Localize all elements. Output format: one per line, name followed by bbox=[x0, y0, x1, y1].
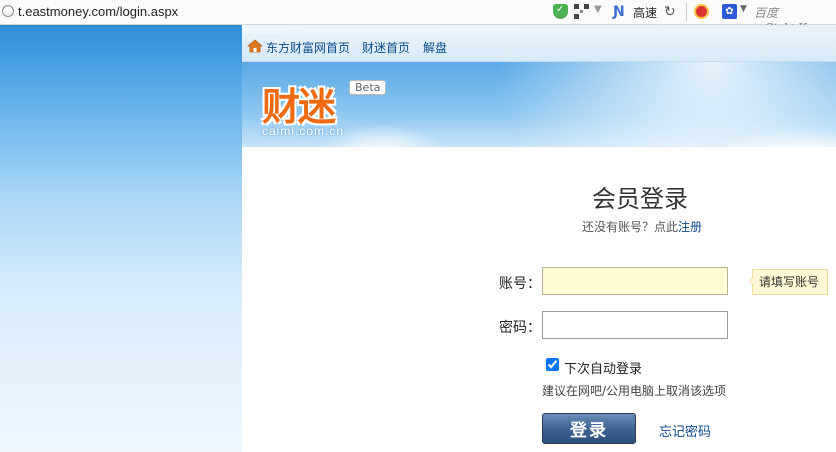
forgot-password-link[interactable]: 忘记密码 bbox=[659, 421, 711, 440]
refresh-icon[interactable]: ↻ bbox=[664, 4, 679, 20]
login-panel: 会员登录 还没有账号？点此注册 账号： 请填写账号 密码： 下次自动登录 建议在… bbox=[242, 147, 836, 452]
register-prompt-text: 还没有账号？点此 bbox=[582, 220, 679, 234]
nav-link-caimi-home[interactable]: 财迷首页 bbox=[362, 39, 410, 56]
search-engine-dropdown-icon[interactable]: ▼ bbox=[740, 4, 755, 19]
register-prompt: 还没有账号？点此注册 bbox=[582, 218, 702, 235]
baidu-paw-icon[interactable]: ✿ bbox=[722, 4, 737, 19]
block-icon[interactable] bbox=[694, 4, 709, 19]
header-spacer bbox=[242, 25, 836, 33]
speed-mode-label[interactable]: 高速 bbox=[633, 4, 657, 21]
nav-link-jiepan[interactable]: 解盘 bbox=[423, 39, 447, 56]
top-nav: 东方财富网首页 财迷首页 解盘 bbox=[242, 33, 836, 62]
auto-login-hint: 建议在网吧/公用电脑上取消该选项 bbox=[542, 384, 727, 398]
toolbar-divider bbox=[686, 3, 687, 21]
qr-code-icon[interactable] bbox=[574, 4, 589, 19]
password-input[interactable] bbox=[542, 311, 728, 339]
shield-icon[interactable] bbox=[553, 4, 568, 19]
beta-badge: Beta bbox=[349, 80, 387, 95]
home-icon bbox=[247, 39, 263, 53]
globe-icon bbox=[2, 5, 14, 17]
sky-background bbox=[0, 25, 242, 452]
account-input[interactable] bbox=[542, 267, 728, 295]
password-label: 密码： bbox=[499, 320, 541, 336]
account-tooltip: 请填写账号 bbox=[748, 269, 829, 295]
header-banner: 财迷 Beta caimi.com.cn bbox=[242, 62, 836, 147]
page-title: 会员登录 bbox=[592, 185, 688, 213]
auto-login-checkbox[interactable] bbox=[546, 358, 559, 371]
logo-domain-text: caimi.com.cn bbox=[262, 124, 345, 138]
speed-mode-icon[interactable]: Ɲ bbox=[613, 4, 628, 20]
auto-login-label[interactable]: 下次自动登录 bbox=[564, 358, 642, 377]
login-button[interactable]: 登录 bbox=[542, 413, 636, 444]
register-link[interactable]: 注册 bbox=[678, 220, 702, 234]
caimi-logo[interactable]: 财迷 bbox=[262, 76, 336, 131]
chevron-down-icon[interactable]: ▼ bbox=[594, 4, 609, 19]
address-url[interactable]: t.eastmoney.com/login.aspx bbox=[18, 4, 178, 19]
account-label: 账号： bbox=[499, 276, 541, 292]
nav-link-eastmoney-home[interactable]: 东方财富网首页 bbox=[266, 39, 350, 56]
browser-address-bar: t.eastmoney.com/login.aspx ▼ Ɲ 高速 ↻ ✿ ▼ … bbox=[0, 0, 836, 35]
